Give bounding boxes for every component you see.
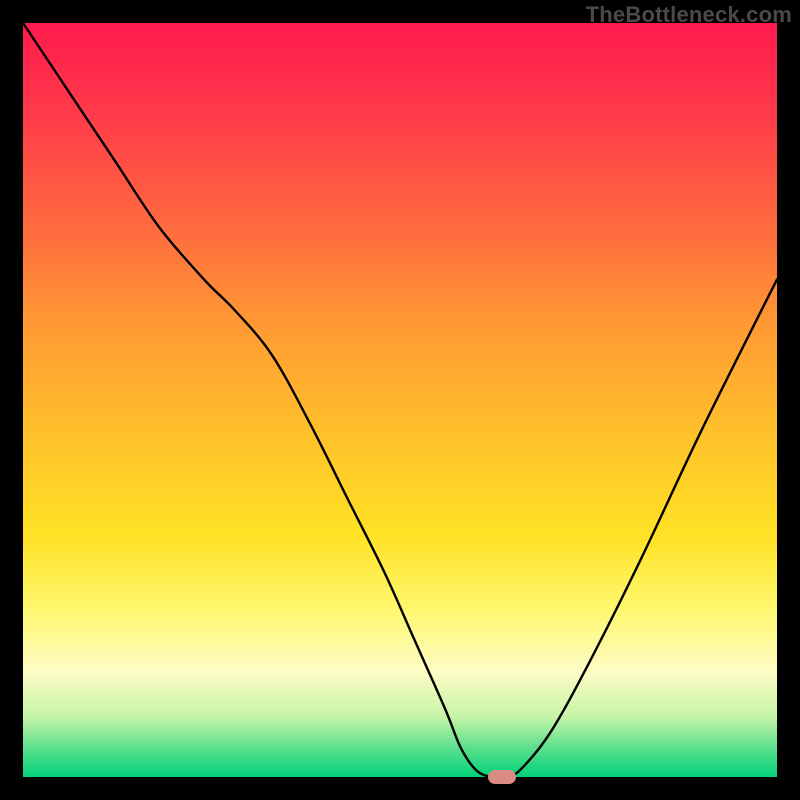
plot-area: [23, 23, 777, 777]
chart-frame: TheBottleneck.com: [0, 0, 800, 800]
curve-path: [23, 23, 777, 777]
watermark-text: TheBottleneck.com: [586, 2, 792, 28]
optimum-marker: [488, 770, 516, 784]
bottleneck-curve: [23, 23, 777, 777]
